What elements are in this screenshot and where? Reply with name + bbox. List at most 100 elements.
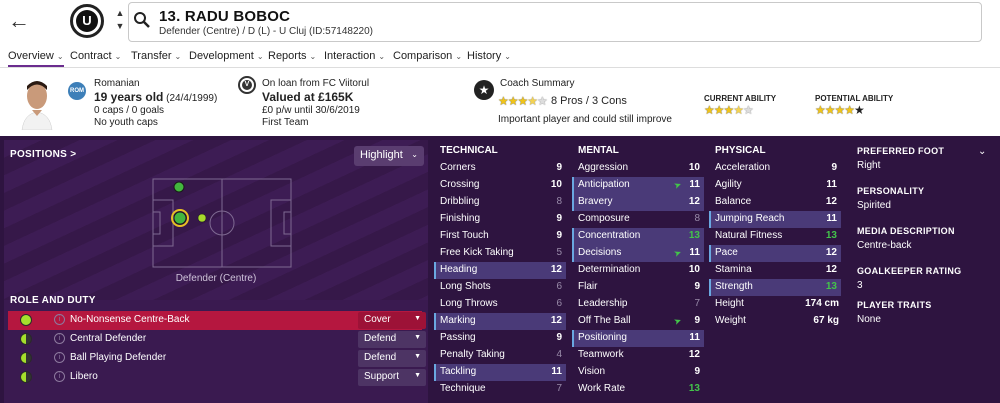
attribute-row[interactable]: Long Shots 6: [434, 279, 566, 296]
duty-dropdown[interactable]: Cover ▼: [358, 312, 426, 329]
search-icon[interactable]: [133, 11, 151, 29]
attribute-value: 11: [551, 366, 562, 377]
attribute-row[interactable]: Heading 12: [434, 262, 566, 279]
main-panel: POSITIONS > Highlight ⌄ Defender (Centre…: [0, 136, 1000, 403]
position-pitch[interactable]: [152, 178, 292, 268]
attribute-row[interactable]: Crossing 10: [434, 177, 566, 194]
attribute-row[interactable]: Strength 13: [709, 279, 841, 296]
attribute-value: 10: [688, 264, 700, 275]
attribute-row[interactable]: Finishing 9: [434, 211, 566, 228]
role-row[interactable]: i Ball Playing Defender Defend ▼: [8, 349, 426, 368]
attribute-row[interactable]: Agility 11: [709, 177, 841, 194]
tab-reports[interactable]: Reports ⌄: [268, 50, 316, 62]
height-value: 174 cm: [805, 298, 839, 309]
star-badge-icon: ★: [474, 80, 494, 100]
attribute-name: Flair: [578, 281, 598, 292]
chevron-down-icon: ⌄: [114, 52, 122, 61]
attribute-row[interactable]: Concentration 13: [572, 228, 704, 245]
nation-flag-icon[interactable]: ROM: [68, 82, 86, 100]
attribute-row[interactable]: Long Throws 6: [434, 296, 566, 313]
attribute-row[interactable]: Decisions ➤ 11: [572, 245, 704, 262]
attribute-value: 12: [825, 264, 837, 275]
attribute-name: First Touch: [440, 230, 489, 241]
duty-dropdown[interactable]: Support ▼: [358, 369, 426, 386]
attribute-row[interactable]: Technique 7: [434, 381, 566, 398]
coach-summary-title[interactable]: Coach Summary: [500, 78, 574, 89]
positions-title[interactable]: POSITIONS >: [10, 149, 76, 160]
player-subtitle: Defender (Centre) / D (L) - U Cluj (ID:5…: [159, 26, 373, 37]
tab-transfer[interactable]: Transfer ⌄: [131, 50, 181, 62]
tab-comparison[interactable]: Comparison ⌄: [393, 50, 462, 62]
attribute-value: 12: [688, 196, 700, 207]
player-search-box[interactable]: 13. RADU BOBOC Defender (Centre) / D (L)…: [128, 2, 982, 42]
player-info-column: PREFERRED FOOT ⌄ Right PERSONALITY Spiri…: [852, 140, 1000, 403]
duty-label: Defend: [364, 333, 397, 344]
duty-dropdown[interactable]: Defend ▼: [358, 331, 426, 348]
attribute-row[interactable]: Vision 9: [572, 364, 704, 381]
duty-label: Support: [364, 371, 400, 382]
attribute-row[interactable]: Free Kick Taking 5: [434, 245, 566, 262]
attribute-row[interactable]: Marking 12: [434, 313, 566, 330]
chevron-down-icon[interactable]: ⌄: [978, 146, 986, 157]
attribute-row[interactable]: Flair 9: [572, 279, 704, 296]
attribute-row[interactable]: First Touch 9: [434, 228, 566, 245]
attribute-row[interactable]: Leadership 7: [572, 296, 704, 313]
back-arrow-icon[interactable]: ←: [8, 8, 30, 34]
role-row[interactable]: i No-Nonsense Centre-Back Cover ▼: [8, 311, 426, 330]
role-row[interactable]: i Central Defender Defend ▼: [8, 330, 426, 349]
attribute-value: 9: [556, 213, 562, 224]
tab-label: Contract: [70, 50, 112, 62]
attribute-name: Passing: [440, 332, 476, 343]
role-row[interactable]: i Libero Support ▼: [8, 368, 426, 387]
tab-interaction[interactable]: Interaction ⌄: [324, 50, 385, 62]
duty-dropdown[interactable]: Defend ▼: [358, 350, 426, 367]
attribute-row[interactable]: Work Rate 13: [572, 381, 704, 398]
attribute-row[interactable]: Aggression 10: [572, 160, 704, 177]
tab-history[interactable]: History ⌄: [467, 50, 511, 62]
caps: 0 caps / 0 goals: [94, 105, 165, 116]
height-label: Height: [715, 298, 744, 309]
attribute-row[interactable]: Positioning 11: [572, 330, 704, 347]
attribute-row[interactable]: Acceleration 9: [709, 160, 841, 177]
chevron-down-icon: ⌄: [504, 52, 511, 61]
attribute-value: 9: [556, 162, 562, 173]
role-suitability-dot: [20, 371, 32, 383]
tab-contract[interactable]: Contract ⌄: [70, 50, 121, 62]
attribute-row[interactable]: Dribbling 8: [434, 194, 566, 211]
tab-development[interactable]: Development ⌄: [189, 50, 264, 62]
attribute-row[interactable]: Off The Ball ➤ 9: [572, 313, 704, 330]
info-icon[interactable]: i: [54, 314, 65, 325]
attribute-row[interactable]: Composure 8: [572, 211, 704, 228]
highlight-dropdown[interactable]: Highlight ⌄: [354, 146, 424, 166]
attribute-row[interactable]: Bravery 12: [572, 194, 704, 211]
info-icon[interactable]: i: [54, 352, 65, 363]
attribute-row[interactable]: Tackling 11: [434, 364, 566, 381]
attribute-row[interactable]: Balance 12: [709, 194, 841, 211]
attribute-value: 9: [831, 162, 837, 173]
attribute-row[interactable]: Teamwork 12: [572, 347, 704, 364]
tab-overview[interactable]: Overview ⌄: [8, 50, 64, 67]
role-name: Ball Playing Defender: [70, 352, 167, 363]
attribute-row[interactable]: Jumping Reach 11: [709, 211, 841, 228]
loan-from[interactable]: On loan from FC Viitorul: [262, 78, 369, 89]
attribute-row[interactable]: Pace 12: [709, 245, 841, 262]
attribute-row[interactable]: Natural Fitness 13: [709, 228, 841, 245]
info-icon[interactable]: i: [54, 333, 65, 344]
attribute-row[interactable]: Determination 10: [572, 262, 704, 279]
prev-next-player-chevrons[interactable]: ▲ ▼: [114, 7, 126, 37]
goalkeeper-rating-label: GOALKEEPER RATING: [857, 266, 962, 276]
attribute-row[interactable]: Passing 9: [434, 330, 566, 347]
player-traits-label: PLAYER TRAITS: [857, 300, 932, 310]
attribute-row[interactable]: Penalty Taking 4: [434, 347, 566, 364]
highlight-dropdown-label: Highlight: [360, 149, 403, 161]
summary-strip: ROM Romanian 19 years old (24/4/1999) 0 …: [0, 70, 1000, 136]
tab-bar: Overview ⌄ Contract ⌄ Transfer ⌄ Developmen…: [0, 46, 1000, 68]
attribute-row[interactable]: Anticipation ➤ 11: [572, 177, 704, 194]
attribute-row[interactable]: Corners 9: [434, 160, 566, 177]
attribute-row[interactable]: Stamina 12: [709, 262, 841, 279]
nationality[interactable]: Romanian: [94, 78, 140, 89]
coach-pros-cons[interactable]: 8 Pros / 3 Cons: [551, 95, 627, 107]
loan-club-badge-icon[interactable]: V: [238, 76, 256, 94]
info-icon[interactable]: i: [54, 371, 65, 382]
club-badge-icon[interactable]: U: [70, 4, 104, 38]
